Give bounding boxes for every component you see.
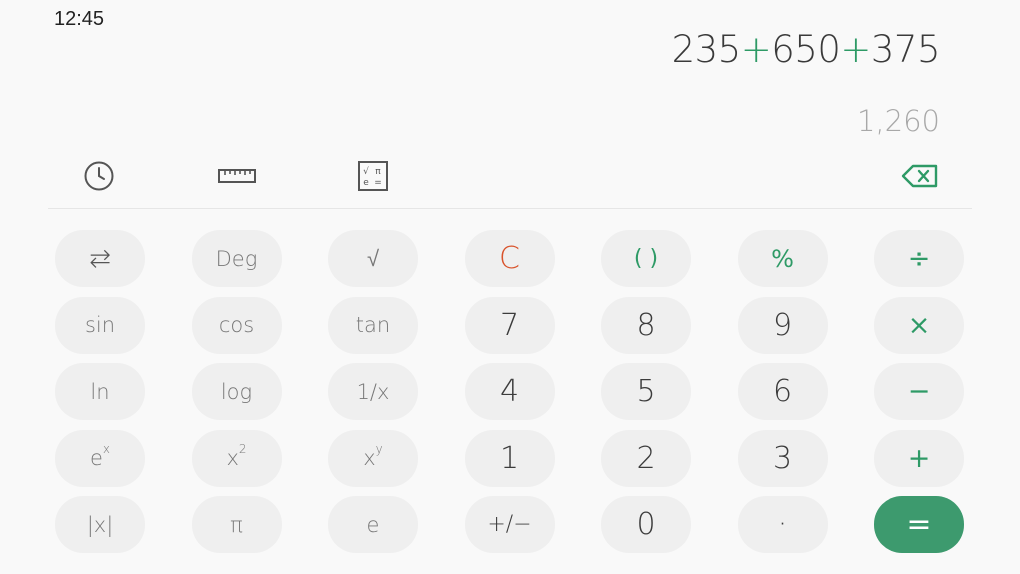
swap-functions-button[interactable]: ⇆ (55, 230, 145, 287)
exp-label: ex (89, 442, 111, 470)
divide-button[interactable]: ÷ (874, 230, 964, 287)
reciprocal-button[interactable]: 1/x (328, 363, 418, 420)
tan-button[interactable]: tan (328, 296, 418, 354)
digit-6-button[interactable]: 6 (737, 363, 828, 420)
expression-display: 235+650+375 (671, 28, 941, 71)
svg-text:e: e (363, 178, 369, 188)
expression-operator: + (840, 28, 871, 71)
digit-8-button[interactable]: 8 (601, 296, 691, 354)
expression-number: 375 (870, 28, 941, 71)
keypad: ⇆ Deg √ C ( ) % ÷ sin cos tan 7 8 9 × ln… (55, 230, 964, 553)
digit-5-button[interactable]: 5 (601, 363, 691, 420)
decimal-button[interactable]: · (737, 496, 828, 553)
power-label: xy (363, 442, 383, 470)
expression-operator: + (740, 28, 772, 71)
square-button[interactable]: x2 (191, 429, 282, 487)
power-button[interactable]: xy (328, 429, 418, 487)
digit-3-button[interactable]: 3 (737, 429, 828, 487)
status-time: 12:45 (54, 8, 105, 30)
square-label: x2 (226, 442, 247, 470)
equals-button[interactable]: = (874, 496, 964, 553)
sin-button[interactable]: sin (55, 296, 145, 354)
cos-button[interactable]: cos (191, 296, 282, 354)
digit-0-button[interactable]: 0 (601, 496, 691, 553)
ln-button[interactable]: ln (55, 363, 145, 420)
abs-button[interactable]: |x| (55, 496, 145, 553)
display-divider (48, 208, 972, 209)
clear-button[interactable]: C (464, 230, 555, 287)
history-icon[interactable] (81, 158, 117, 194)
negate-button[interactable]: +/− (464, 496, 555, 553)
svg-text:π: π (375, 167, 381, 177)
exp-button[interactable]: ex (55, 429, 145, 487)
ruler-icon[interactable] (218, 158, 256, 194)
expression-number: 650 (771, 28, 841, 71)
digit-9-button[interactable]: 9 (737, 296, 828, 354)
multiply-button[interactable]: × (874, 296, 964, 354)
add-button[interactable]: + (874, 429, 964, 487)
expression-number: 235 (671, 28, 742, 71)
sqrt-button[interactable]: √ (328, 230, 418, 287)
result-preview: 1,260 (856, 104, 940, 138)
subtract-button[interactable]: − (874, 363, 964, 420)
backspace-icon[interactable] (900, 158, 940, 194)
digit-2-button[interactable]: 2 (601, 429, 691, 487)
digit-7-button[interactable]: 7 (464, 296, 555, 354)
deg-rad-button[interactable]: Deg (191, 230, 282, 287)
digit-1-button[interactable]: 1 (464, 429, 555, 487)
euler-button[interactable]: e (328, 496, 418, 553)
scientific-toggle-icon[interactable]: √ π e = (355, 158, 391, 194)
svg-text:=: = (374, 178, 382, 188)
parentheses-button[interactable]: ( ) (601, 230, 691, 287)
svg-text:√: √ (363, 166, 369, 177)
digit-4-button[interactable]: 4 (464, 363, 555, 420)
percent-button[interactable]: % (737, 230, 828, 287)
log-button[interactable]: log (191, 363, 282, 420)
pi-button[interactable]: π (191, 496, 282, 553)
